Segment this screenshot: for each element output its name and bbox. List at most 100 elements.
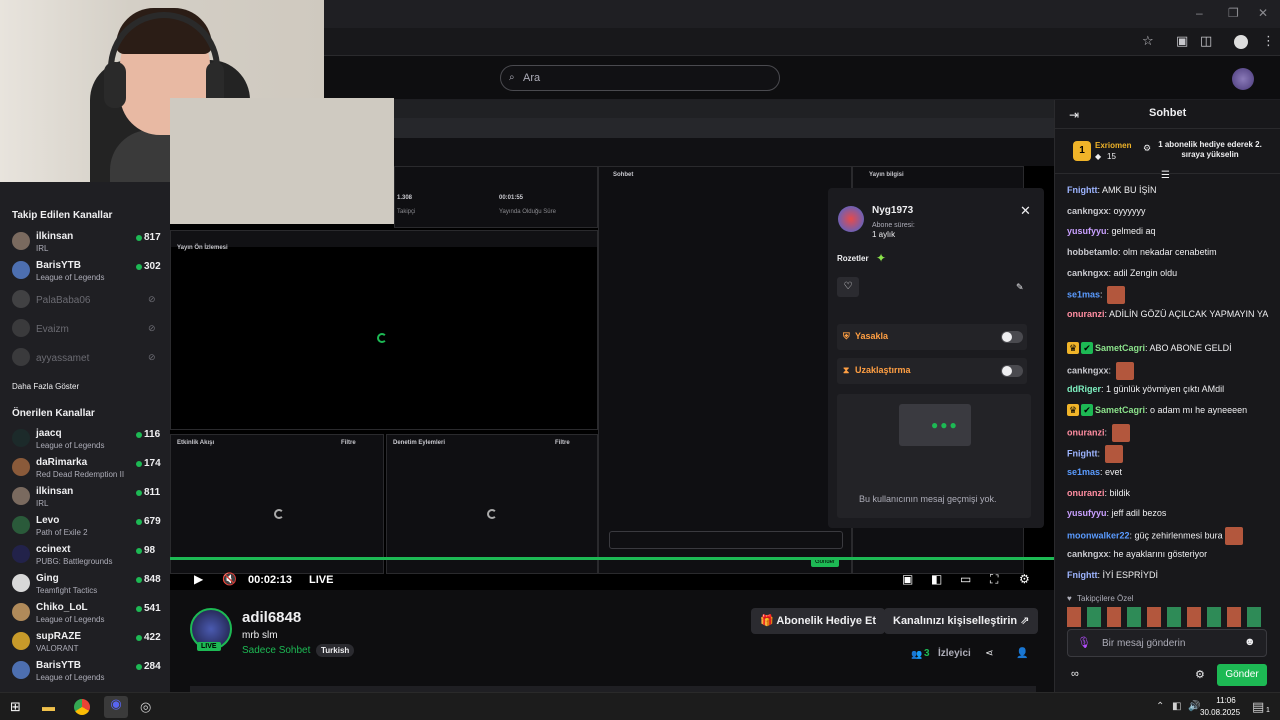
followers-only-label: Takipçilere Özel bbox=[1077, 594, 1134, 603]
user-avatar[interactable] bbox=[1232, 68, 1254, 90]
pin-icon[interactable]: ✎ bbox=[1016, 282, 1024, 293]
discord-icon[interactable]: ◉ bbox=[104, 696, 128, 718]
chat-input[interactable]: 🎙 Bir mesaj gönderin ☻ bbox=[1067, 629, 1267, 657]
ban-row[interactable]: ⛨ Yasakla bbox=[837, 324, 1027, 350]
emote-bar[interactable] bbox=[1067, 607, 1267, 627]
leader-name: Exriomen bbox=[1095, 141, 1132, 150]
channel-name: ilkinsan bbox=[36, 231, 74, 242]
play-icon[interactable]: ▶ bbox=[194, 572, 203, 586]
star-icon[interactable]: ☆ bbox=[1142, 33, 1154, 49]
sidebar-item-barisytb-rec[interactable]: BarisYTB League of Legends 284 bbox=[0, 657, 170, 686]
chat-username[interactable]: ddRiger bbox=[1067, 384, 1101, 394]
chat-username[interactable]: onuranzi bbox=[1067, 427, 1105, 437]
mic-icon[interactable]: 🎙 bbox=[1077, 636, 1091, 649]
viewer-count: 116 bbox=[144, 429, 161, 440]
miniplayer-icon[interactable]: ◧ bbox=[931, 572, 942, 586]
emoji-icon[interactable]: ☻ bbox=[1244, 636, 1256, 648]
app-icon[interactable]: ◎ bbox=[140, 699, 151, 715]
browser-address-bar[interactable] bbox=[324, 28, 1280, 56]
notification-icon[interactable]: ▤ bbox=[1252, 699, 1264, 715]
sidebar-item-palababa06[interactable]: PalaBaba06 ⊘ bbox=[0, 286, 170, 315]
chat-username[interactable]: onuranzi bbox=[1067, 488, 1105, 498]
chat-message: ♛ ✔ SametCagri: ABO ABONE GELDİ bbox=[1067, 342, 1277, 354]
chat-username[interactable]: se1mas bbox=[1067, 289, 1100, 299]
minimize-button[interactable]: – bbox=[1196, 6, 1203, 20]
sidebar-item-evaizm[interactable]: Evaizm ⊘ bbox=[0, 315, 170, 344]
sidebar-item-levo[interactable]: Levo Path of Exile 2 679 bbox=[0, 512, 170, 541]
chat-username[interactable]: Fnightt bbox=[1067, 448, 1098, 458]
chat-username[interactable]: Fnightt bbox=[1067, 570, 1098, 580]
gear-icon[interactable]: ⚙ bbox=[1195, 668, 1205, 681]
chat-mode[interactable]: Sadece Sohbet bbox=[242, 645, 310, 656]
leaderboard[interactable]: 1 Exriomen ◆ 15 ⚙ 1 abonelik hediye eder… bbox=[1055, 128, 1280, 174]
chat-username[interactable]: SametCagri bbox=[1095, 405, 1145, 415]
timeout-toggle[interactable] bbox=[1001, 365, 1023, 377]
fullscreen-icon[interactable]: ⛶ bbox=[990, 572, 998, 587]
channel-name[interactable]: adil6848 bbox=[242, 609, 301, 626]
sidebar-item-ging[interactable]: Ging Teamfight Tactics 848 bbox=[0, 570, 170, 599]
chat-username[interactable]: moonwalker22 bbox=[1067, 530, 1130, 540]
heart-icon[interactable]: ♡ bbox=[837, 277, 859, 297]
timeout-row[interactable]: ⧗ Uzaklaştırma bbox=[837, 358, 1027, 384]
chat-username[interactable]: cankngxx bbox=[1067, 549, 1109, 559]
language-tag[interactable]: Turkish bbox=[316, 644, 355, 657]
infinity-icon[interactable]: ∞ bbox=[1071, 668, 1079, 680]
chat-username[interactable]: cankngxx bbox=[1067, 365, 1109, 375]
volume-icon[interactable]: 🔊 bbox=[1188, 701, 1200, 712]
show-more-link[interactable]: Daha Fazla Göster bbox=[12, 382, 79, 391]
maximize-button[interactable]: ❐ bbox=[1228, 6, 1239, 20]
theatre-icon[interactable]: ▭ bbox=[960, 572, 971, 586]
chat-username[interactable]: yusufyyu bbox=[1067, 508, 1107, 518]
menu-icon[interactable]: ⋮ bbox=[1262, 33, 1275, 49]
gift-subscription-button[interactable]: 🎁 Abonelik Hediye Et bbox=[751, 608, 885, 634]
search-input[interactable]: ⌕ Ara bbox=[500, 65, 780, 91]
live-indicator: LIVE bbox=[309, 574, 334, 586]
chat-username[interactable]: cankngxx bbox=[1067, 206, 1109, 216]
chat-message: se1mas: bbox=[1067, 286, 1277, 304]
chrome-icon[interactable] bbox=[74, 699, 90, 715]
message-history-panel: ●●● Bu kullanıcının mesaj geçmişi yok. bbox=[837, 394, 1031, 518]
profile-icon[interactable] bbox=[1234, 35, 1248, 49]
extensions-icon[interactable]: ◫ bbox=[1200, 33, 1212, 49]
ban-toggle[interactable] bbox=[1001, 331, 1023, 343]
progress-bar[interactable] bbox=[170, 557, 1054, 560]
send-button[interactable]: Gönder bbox=[1217, 664, 1267, 686]
filter-icon[interactable]: ☰ bbox=[1161, 170, 1170, 181]
sidebar-item-chiko-lol[interactable]: Chiko_LoL League of Legends 541 bbox=[0, 599, 170, 628]
share-icon[interactable]: ⋖ bbox=[985, 648, 993, 659]
chat-username[interactable]: se1mas bbox=[1067, 467, 1100, 477]
chat-username[interactable]: yusufyyu bbox=[1067, 226, 1107, 236]
chat-username[interactable]: SametCagri bbox=[1095, 343, 1145, 353]
chat-username[interactable]: onuranzi bbox=[1067, 309, 1105, 319]
sidebar-item-ayyassamet[interactable]: ayyassamet ⊘ bbox=[0, 344, 170, 373]
gear-icon[interactable]: ⚙ bbox=[1019, 572, 1030, 586]
sidebar-item-darimarka[interactable]: daRimarka Red Dead Redemption II 174 bbox=[0, 454, 170, 483]
follow-icon[interactable]: 👤 bbox=[1016, 648, 1028, 659]
chat-message: cankngxx: bbox=[1067, 362, 1277, 380]
clip-icon[interactable]: ▣ bbox=[902, 572, 913, 586]
tray-chevron-icon[interactable]: ⌃ bbox=[1156, 701, 1164, 712]
sidebar-item-barisytb[interactable]: BarisYTB League of Legends 302 bbox=[0, 257, 170, 286]
customize-channel-button[interactable]: Kanalınızı kişiselleştirin ⇗ bbox=[884, 608, 1039, 634]
sidebar-item-ilkinsan-rec[interactable]: ilkinsan IRL 811 bbox=[0, 483, 170, 512]
screenshot-icon[interactable]: ▣ bbox=[1176, 33, 1188, 49]
sidebar-item-jaacq[interactable]: jaacq League of Legends 116 bbox=[0, 425, 170, 454]
viewer-count: 541 bbox=[144, 603, 161, 614]
collapse-chat-icon[interactable]: ⇥ bbox=[1069, 108, 1079, 122]
file-explorer-icon[interactable]: ▬ bbox=[42, 699, 55, 714]
channel-game: League of Legends bbox=[36, 673, 105, 682]
sidebar-item-supraze[interactable]: supRAZE VALORANT 422 bbox=[0, 628, 170, 657]
network-icon[interactable]: ◧ bbox=[1172, 701, 1181, 712]
chat-username[interactable]: cankngxx bbox=[1067, 268, 1109, 278]
windows-start-icon[interactable]: ⊞ bbox=[10, 699, 21, 715]
close-icon[interactable]: ✕ bbox=[1020, 203, 1031, 219]
sidebar-item-ilkinsan[interactable]: ilkinsan IRL 817 bbox=[0, 228, 170, 257]
mute-icon[interactable]: 🔇 bbox=[222, 572, 237, 586]
chat-message: onuranzi: ADİLİN GÖZÜ AÇILCAK YAPMAYIN Y… bbox=[1067, 308, 1277, 320]
chat-message: cankngxx: oyyyyyy bbox=[1067, 205, 1277, 217]
chat-username[interactable]: hobbetamlo bbox=[1067, 247, 1118, 257]
sidebar-item-ccinext[interactable]: ccinext PUBG: Battlegrounds 98 bbox=[0, 541, 170, 570]
chat-username[interactable]: Fnightt bbox=[1067, 185, 1098, 195]
close-window-button[interactable]: ✕ bbox=[1258, 6, 1268, 20]
chat-text: İYİ ESPRİYDİ bbox=[1102, 570, 1159, 580]
